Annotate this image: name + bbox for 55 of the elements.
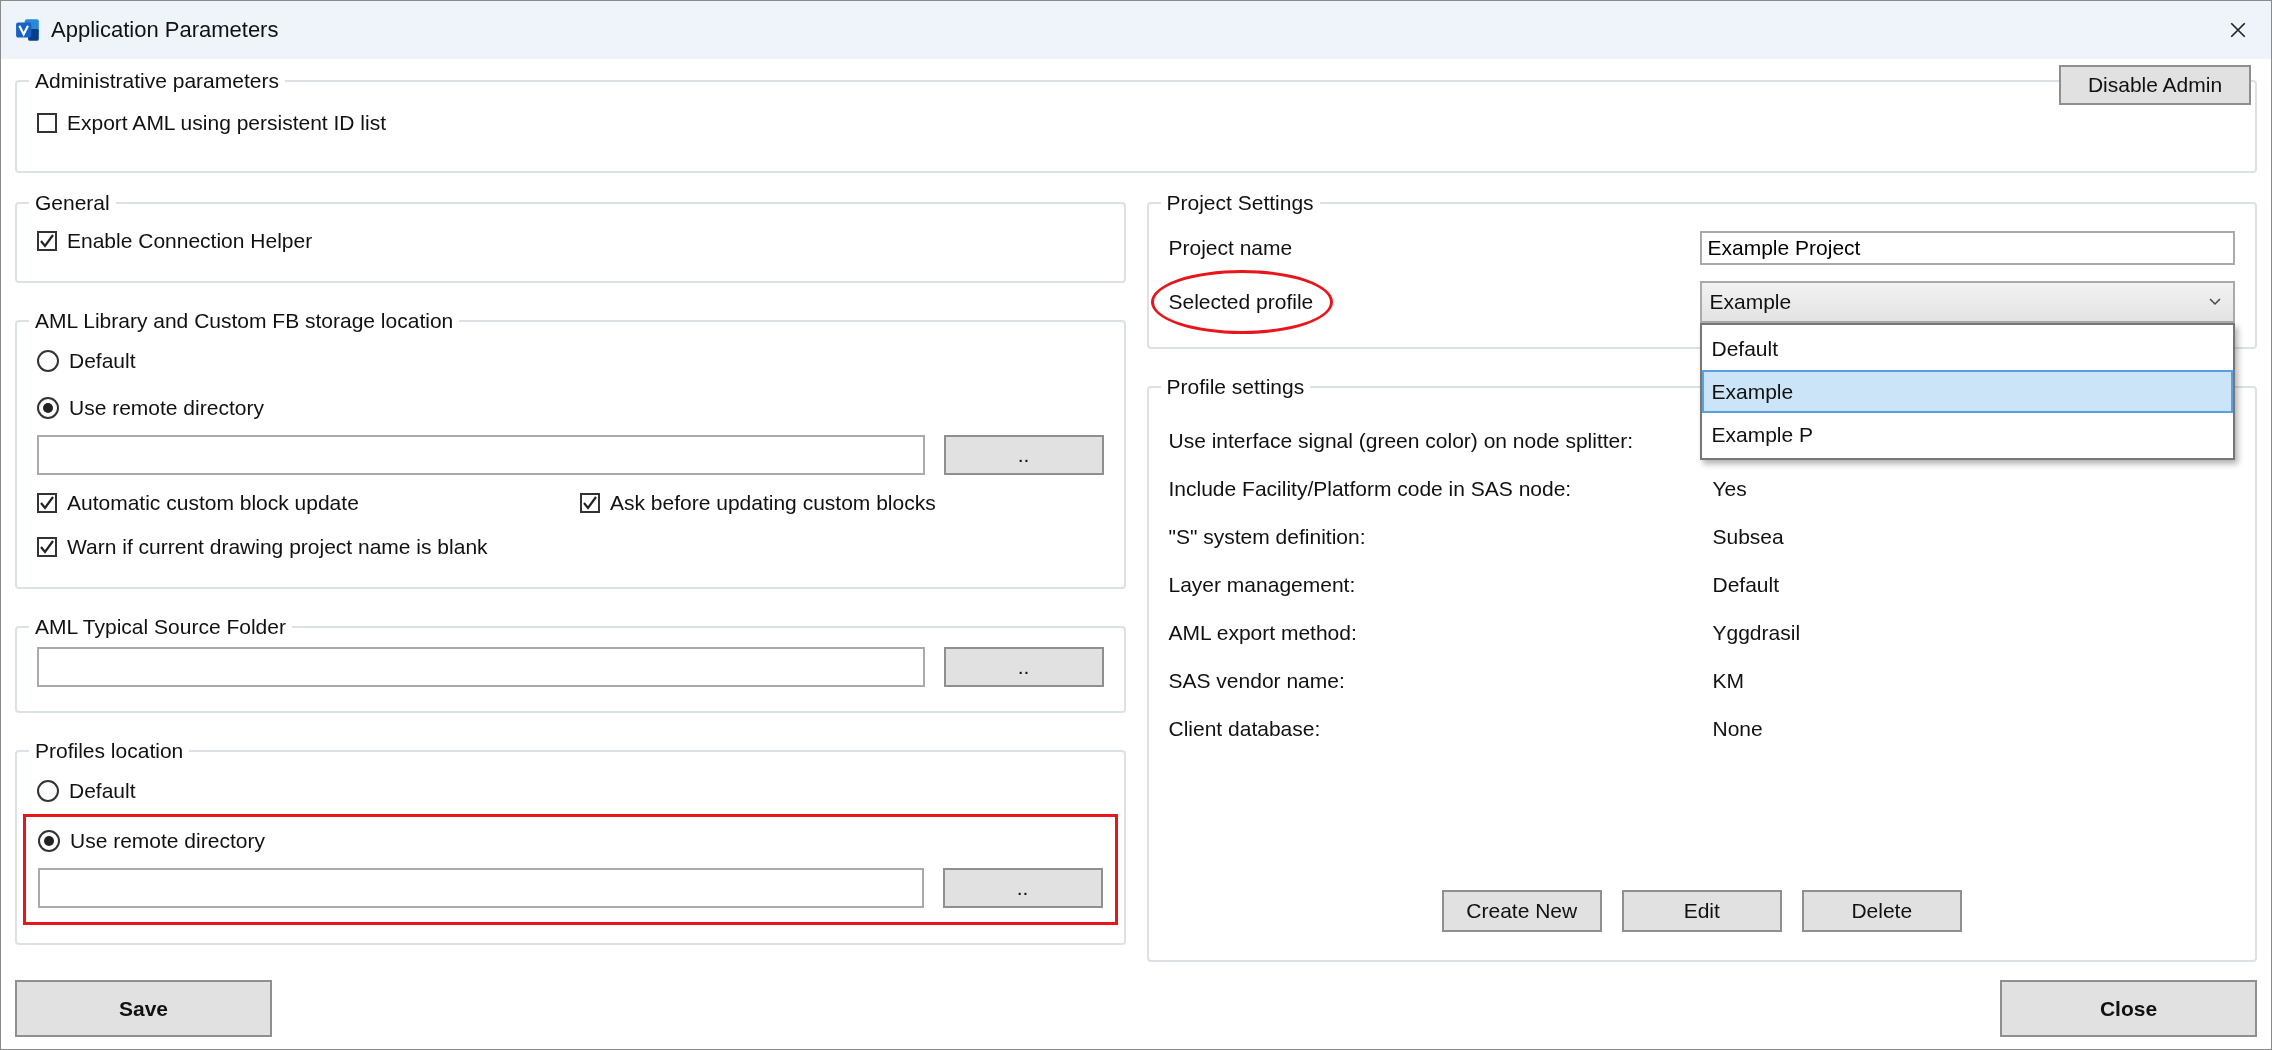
close-button[interactable]: Close	[2000, 980, 2257, 1037]
dropdown-option[interactable]: Example	[1701, 370, 2233, 413]
dropdown-option[interactable]: Default	[1701, 327, 2233, 370]
project-name-field[interactable]: Example Project	[1699, 231, 2235, 265]
profile-action-button[interactable]: Delete	[1801, 890, 1962, 932]
browse-button[interactable]: ..	[943, 647, 1104, 687]
checkmark-icon	[39, 538, 55, 556]
profile-action-button[interactable]: Edit	[1621, 890, 1782, 932]
checkbox[interactable]: Ask before updating custom blocks	[580, 481, 1104, 525]
window-title: Application Parameters	[51, 17, 279, 43]
browse-button[interactable]: ..	[943, 435, 1104, 475]
group-title: Project Settings	[1165, 191, 1315, 215]
field-label: Project name	[1168, 236, 1294, 260]
radio-button[interactable]: Use remote directory	[37, 384, 1104, 431]
checkmark-icon	[39, 494, 55, 512]
setting-label: Use interface signal (green color) on node splitter:	[1168, 428, 1635, 454]
browse-button[interactable]: ..	[942, 868, 1103, 908]
group-title: Profile settings	[1165, 375, 1306, 399]
field-label: Selected profile	[1168, 290, 1314, 313]
profile-action-button[interactable]: Create New	[1441, 890, 1602, 932]
radio-button[interactable]: Default	[37, 337, 1104, 384]
profile-dropdown[interactable]: Example	[1699, 281, 2235, 323]
save-button[interactable]: Save	[15, 980, 272, 1037]
group-title: Profiles location	[34, 739, 185, 763]
dropdown-option[interactable]: Example P	[1701, 413, 2233, 456]
group-title: AML Library and Custom FB storage location	[34, 309, 455, 333]
radio-button[interactable]: Use remote directory	[38, 817, 265, 864]
group-title: General	[34, 191, 111, 215]
path-field[interactable]	[38, 868, 924, 908]
setting-label: SAS vendor name:	[1168, 668, 1346, 694]
checkbox[interactable]: Warn if current drawing project name is blank	[37, 525, 580, 569]
checkbox[interactable]: Enable Connection Helper	[37, 219, 1104, 263]
path-field[interactable]	[37, 647, 925, 687]
setting-value: Yes	[1712, 476, 1748, 502]
checkmark-icon	[582, 494, 598, 512]
group-title: Administrative parameters	[34, 69, 280, 93]
radio-button[interactable]: Default	[37, 767, 1104, 814]
close-icon[interactable]	[2229, 21, 2247, 39]
setting-label: Client database:	[1168, 716, 1322, 742]
setting-value: Subsea	[1712, 524, 1785, 550]
checkmark-icon	[39, 232, 55, 250]
app-logo-icon	[15, 17, 41, 43]
setting-label: Include Facility/Platform code in SAS node:	[1168, 476, 1573, 502]
path-field[interactable]	[37, 435, 925, 475]
setting-value: Default	[1712, 572, 1781, 598]
setting-value: None	[1712, 716, 1764, 742]
setting-value: Yggdrasil	[1712, 620, 1802, 646]
disable-admin-button[interactable]: Disable Admin	[2059, 65, 2251, 105]
setting-label: AML export method:	[1168, 620, 1358, 646]
checkbox[interactable]: Automatic custom block update	[37, 481, 580, 525]
setting-label: "S" system definition:	[1168, 524, 1367, 550]
group-title: AML Typical Source Folder	[34, 615, 287, 639]
setting-label: Layer management:	[1168, 572, 1357, 598]
setting-value: KM	[1712, 668, 1745, 694]
chevron-down-icon	[2209, 298, 2221, 306]
